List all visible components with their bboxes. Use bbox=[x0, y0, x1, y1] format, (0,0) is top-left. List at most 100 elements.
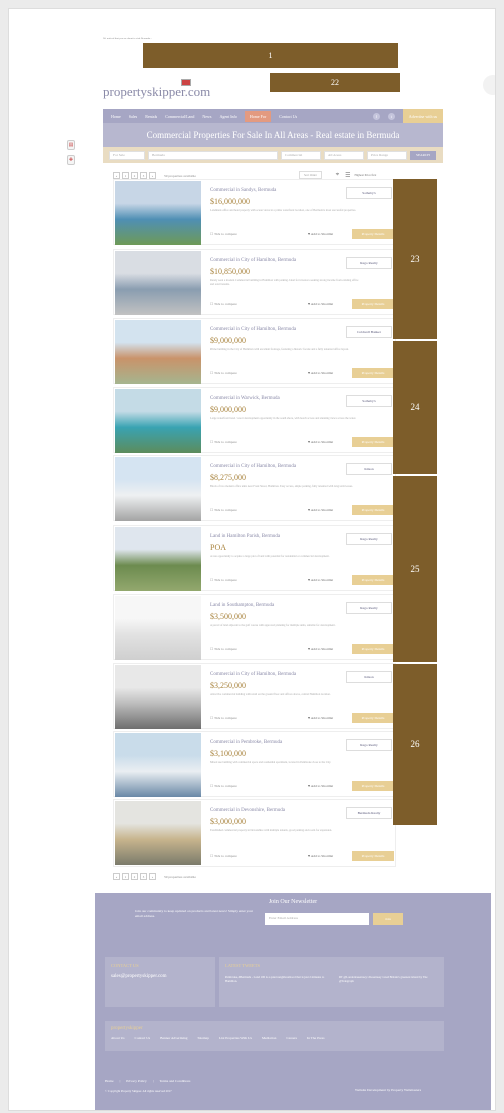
footer-privacy[interactable]: Privacy Policy bbox=[126, 1079, 147, 1083]
listing-card[interactable]: Commercial in Devonshire, Bermuda $3,000… bbox=[113, 799, 396, 867]
footer-terms[interactable]: Terms and Conditions bbox=[159, 1079, 190, 1083]
listing-photo[interactable] bbox=[115, 527, 201, 591]
footer-link[interactable]: Banner Advertising bbox=[160, 1036, 187, 1040]
footer-email[interactable]: sales@propertyskipper.com bbox=[111, 974, 209, 979]
nav-news[interactable]: News bbox=[202, 114, 211, 119]
listing-card[interactable]: Land in Southampton, Bermuda $3,500,000 … bbox=[113, 594, 396, 660]
listing-photo[interactable] bbox=[115, 457, 201, 521]
listing-card[interactable]: Commercial in City of Hamilton, Bermuda … bbox=[113, 455, 396, 521]
area-input[interactable]: Bermuda bbox=[148, 150, 278, 160]
type-select[interactable]: For Sale bbox=[109, 150, 145, 160]
listing-photo[interactable] bbox=[115, 665, 201, 729]
page-1[interactable]: 1 bbox=[122, 172, 129, 179]
nav-contact[interactable]: Contact Us bbox=[279, 114, 297, 119]
shortlist-button[interactable]: ♥ Add to Shortlist bbox=[308, 232, 333, 236]
compare-checkbox[interactable]: ☐ Tick to compare bbox=[210, 578, 237, 582]
page-next[interactable]: » bbox=[149, 172, 156, 179]
page-prev[interactable]: « bbox=[113, 172, 120, 179]
nav-commercial[interactable]: Commercial/Land bbox=[165, 114, 194, 119]
listing-card[interactable]: Commercial in Pembroke, Bermuda $3,100,0… bbox=[113, 731, 396, 797]
footer-home[interactable]: Home bbox=[105, 1079, 114, 1083]
shortlist-button[interactable]: ♥ Add to Shortlist bbox=[308, 647, 333, 651]
shortlist-button[interactable]: ♥ Add to Shortlist bbox=[308, 440, 333, 444]
page-3[interactable]: 3 bbox=[140, 172, 147, 179]
listing-card[interactable]: Commercial in Warwick, Bermuda $9,000,00… bbox=[113, 387, 396, 453]
agency-logo[interactable]: Rego Realty bbox=[346, 739, 392, 751]
agency-logo[interactable]: Sotheby's bbox=[346, 395, 392, 407]
listing-photo[interactable] bbox=[115, 389, 201, 453]
compare-checkbox[interactable]: ☐ Tick to compare bbox=[210, 784, 237, 788]
compare-checkbox[interactable]: ☐ Tick to compare bbox=[210, 508, 237, 512]
nav-sales[interactable]: Sales bbox=[129, 114, 137, 119]
listing-title[interactable]: Commercial in Sandys, Bermuda bbox=[210, 188, 276, 193]
compare-checkbox[interactable]: ☐ Tick to compare bbox=[210, 371, 237, 375]
listing-photo[interactable] bbox=[115, 181, 201, 245]
search-button[interactable]: SEARCH bbox=[410, 150, 436, 160]
listing-card[interactable]: Commercial in City of Hamilton, Bermuda … bbox=[113, 249, 396, 315]
sort-highest[interactable]: Highest Price first bbox=[355, 173, 377, 177]
listing-card[interactable]: Commercial in City of Hamilton, Bermuda … bbox=[113, 318, 396, 384]
listing-title[interactable]: Commercial in Devonshire, Bermuda bbox=[210, 808, 285, 813]
footer-link[interactable]: Mediation bbox=[262, 1036, 276, 1040]
areas-select[interactable]: All Areas bbox=[324, 150, 364, 160]
shortlist-button[interactable]: ♥ Add to Shortlist bbox=[308, 784, 333, 788]
share-icon[interactable]: ✚ bbox=[67, 155, 75, 165]
price-select[interactable]: Price Range bbox=[367, 150, 407, 160]
shortlist-button[interactable]: ♥ Add to Shortlist bbox=[308, 578, 333, 582]
agency-logo[interactable]: Rego Realty bbox=[346, 257, 392, 269]
listing-card[interactable]: Land in Hamilton Parish, Bermuda POA A r… bbox=[113, 525, 396, 591]
map-pin-icon[interactable]: ⌖ bbox=[336, 172, 339, 179]
shortlist-button[interactable]: ♥ Add to Shortlist bbox=[308, 716, 333, 720]
footer-link[interactable]: In The Press bbox=[307, 1036, 324, 1040]
property-details-button[interactable]: Property Details bbox=[352, 368, 394, 378]
listing-card[interactable]: Commercial in Sandys, Bermuda $16,000,00… bbox=[113, 179, 396, 245]
listing-card[interactable]: Commercial in City of Hamilton, Bermuda … bbox=[113, 663, 396, 729]
compare-checkbox[interactable]: ☐ Tick to compare bbox=[210, 232, 237, 236]
compare-checkbox[interactable]: ☐ Tick to compare bbox=[210, 716, 237, 720]
property-details-button[interactable]: Property Details bbox=[352, 644, 394, 654]
footer-dev-credit[interactable]: Website Development by Property Webmaste… bbox=[355, 1088, 421, 1092]
listing-title[interactable]: Commercial in City of Hamilton, Bermuda bbox=[210, 672, 296, 677]
compare-checkbox[interactable]: ☐ Tick to compare bbox=[210, 854, 237, 858]
agency-logo[interactable]: Rego Realty bbox=[346, 602, 392, 614]
agency-logo[interactable]: Coldwell Banker bbox=[346, 326, 392, 338]
shortlist-button[interactable]: ♥ Add to Shortlist bbox=[308, 371, 333, 375]
nav-active[interactable]: Home For bbox=[244, 110, 272, 122]
page-2-bottom[interactable]: 2 bbox=[131, 873, 138, 880]
nav-agent-info[interactable]: Agent Info bbox=[219, 114, 236, 119]
shortlist-button[interactable]: ♥ Add to Shortlist bbox=[308, 302, 333, 306]
property-details-button[interactable]: Property Details bbox=[352, 505, 394, 515]
sort-select[interactable]: Sort Order bbox=[299, 171, 322, 179]
listing-title[interactable]: Commercial in Pembroke, Bermuda bbox=[210, 740, 282, 745]
agency-logo[interactable]: Sotheby's bbox=[346, 187, 392, 199]
property-details-button[interactable]: Property Details bbox=[352, 575, 394, 585]
nav-home[interactable]: Home bbox=[111, 114, 121, 119]
listing-photo[interactable] bbox=[115, 596, 201, 660]
agency-logo[interactable]: Bermuda Realty bbox=[346, 807, 392, 819]
page-next-bottom[interactable]: » bbox=[149, 873, 156, 880]
page-3-bottom[interactable]: 3 bbox=[140, 873, 147, 880]
listing-photo[interactable] bbox=[115, 801, 201, 865]
listing-photo[interactable] bbox=[115, 251, 201, 315]
listing-title[interactable]: Commercial in Warwick, Bermuda bbox=[210, 396, 280, 401]
flag-icon[interactable] bbox=[181, 79, 191, 86]
listing-title[interactable]: Commercial in City of Hamilton, Bermuda bbox=[210, 464, 296, 469]
property-details-button[interactable]: Property Details bbox=[352, 713, 394, 723]
newsletter-join-button[interactable]: Join bbox=[373, 913, 403, 925]
shortlist-button[interactable]: ♥ Add to Shortlist bbox=[308, 508, 333, 512]
newsletter-email-input[interactable]: Enter Email Address bbox=[265, 913, 369, 925]
category-select[interactable]: Commercial bbox=[281, 150, 321, 160]
compare-checkbox[interactable]: ☐ Tick to compare bbox=[210, 647, 237, 651]
footer-link[interactable]: Careers bbox=[286, 1036, 297, 1040]
shortlist-button[interactable]: ♥ Add to Shortlist bbox=[308, 854, 333, 858]
footer-link[interactable]: About Us bbox=[111, 1036, 125, 1040]
page-prev-bottom[interactable]: « bbox=[113, 873, 120, 880]
property-details-button[interactable]: Property Details bbox=[352, 851, 394, 861]
twitter-icon[interactable]: t bbox=[387, 112, 395, 120]
listing-photo[interactable] bbox=[115, 733, 201, 797]
advertise-button[interactable]: Advertise with us bbox=[402, 109, 443, 123]
facebook-icon[interactable]: f bbox=[372, 112, 380, 120]
agency-logo[interactable]: Rego Realty bbox=[346, 533, 392, 545]
page-2[interactable]: 2 bbox=[131, 172, 138, 179]
listing-title[interactable]: Commercial in City of Hamilton, Bermuda bbox=[210, 327, 296, 332]
